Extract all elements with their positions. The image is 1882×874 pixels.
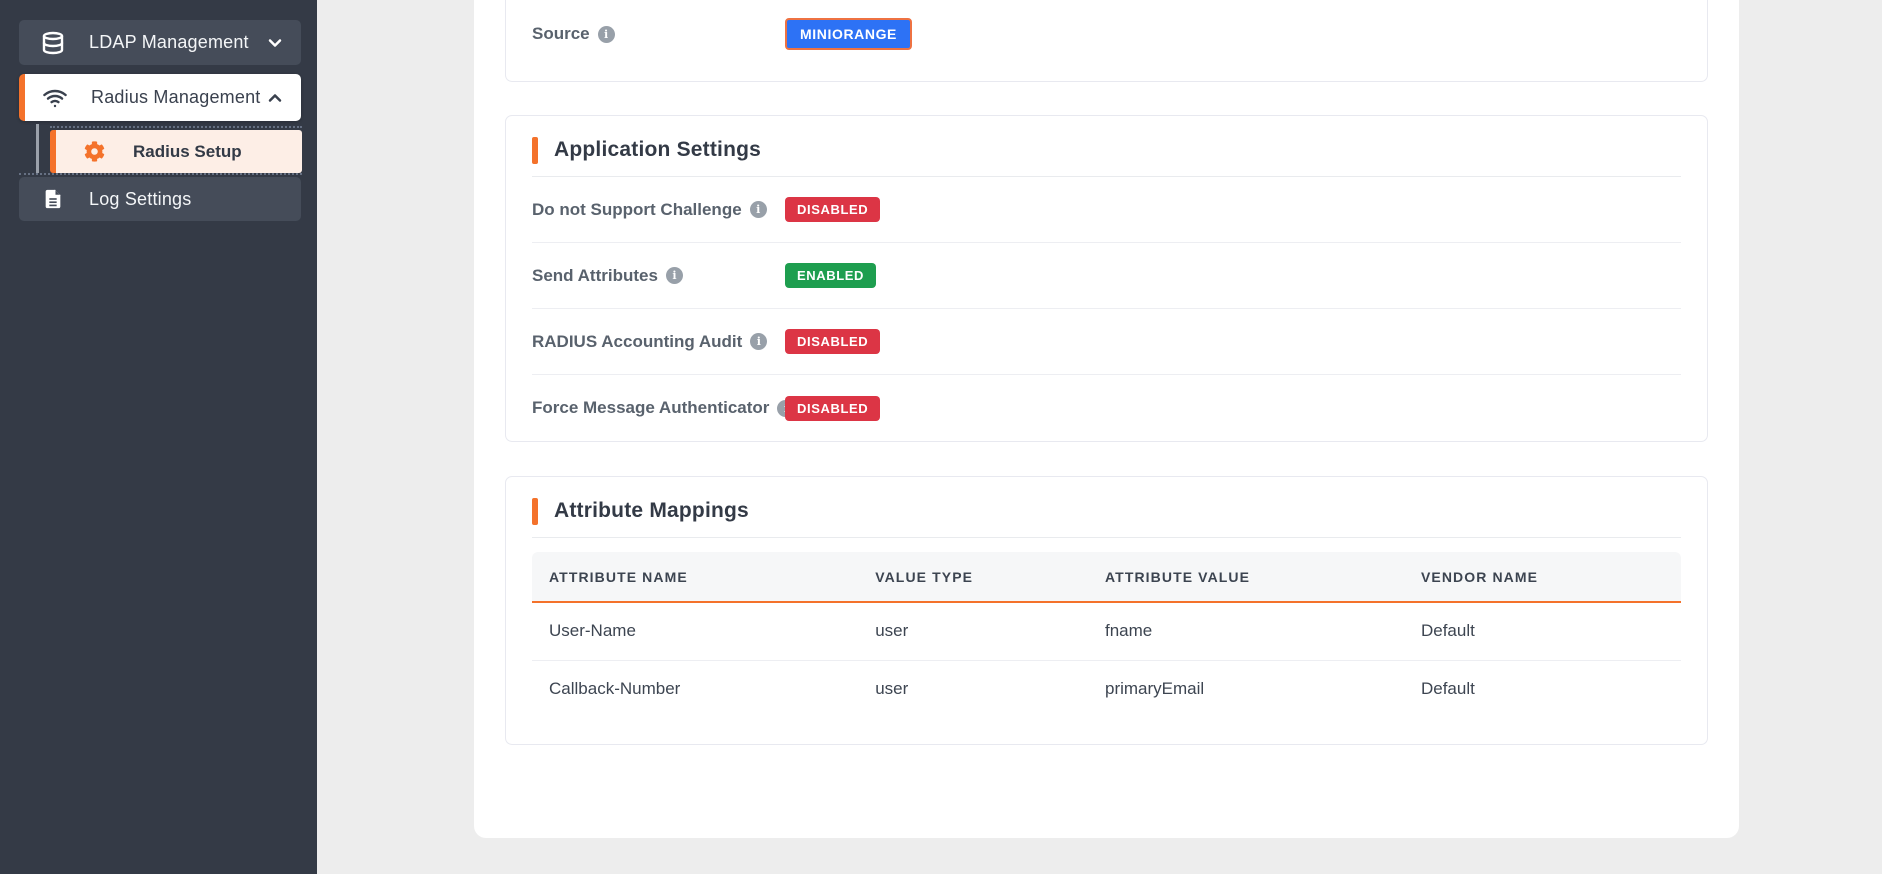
info-icon[interactable]: [665, 267, 683, 284]
source-label-group: Source: [532, 24, 785, 44]
info-icon[interactable]: [750, 333, 768, 350]
status-badge[interactable]: DISABLED: [785, 197, 881, 222]
sidebar-item-label: Log Settings: [89, 188, 192, 209]
sidebar-item-radius-management[interactable]: Radius Management: [19, 74, 301, 121]
accent-bar: [532, 136, 538, 164]
setting-label: Force Message Authenticator: [532, 398, 770, 417]
attribute-value-cell: fname: [1095, 602, 1411, 661]
source-row: Source MINIORANGE: [532, 18, 1681, 50]
section-header: Application Settings: [532, 116, 1681, 164]
database-icon: [41, 31, 65, 55]
file-icon: [41, 187, 65, 211]
setting-row: Do not Support Challenge DISABLED: [532, 177, 1681, 243]
table-header-row: ATTRIBUTE NAME VALUE TYPE ATTRIBUTE VALU…: [532, 552, 1681, 603]
column-header: ATTRIBUTE VALUE: [1095, 552, 1411, 603]
source-badge[interactable]: MINIORANGE: [785, 18, 912, 50]
accent-bar: [532, 497, 538, 525]
setting-label: RADIUS Accounting Audit: [532, 331, 743, 351]
section-header: Attribute Mappings: [532, 477, 1681, 525]
status-badge[interactable]: DISABLED: [785, 395, 881, 421]
vendor-name-cell: Default: [1420, 679, 1475, 699]
attribute-name-cell: Callback-Number: [549, 679, 681, 699]
section-title: Attribute Mappings: [554, 499, 749, 522]
column-header: VENDOR NAME: [1410, 552, 1681, 603]
table-row: User-Name user fname Default: [532, 602, 1681, 661]
attribute-value-cell: primaryEmail: [1105, 679, 1205, 699]
status-badge[interactable]: ENABLED: [785, 263, 877, 288]
submenu-indent-guide: [36, 124, 39, 173]
vendor-name-cell: Default: [1410, 602, 1681, 661]
setting-row: RADIUS Accounting Audit DISABLED: [532, 309, 1681, 375]
content-panel: Source MINIORANGE Application Settings: [474, 0, 1739, 838]
chevron-up-icon: [265, 88, 285, 108]
setting-label-group: Do not Support Challenge: [532, 200, 785, 220]
setting-label: Send Attributes: [532, 265, 658, 285]
section-title: Application Settings: [554, 138, 762, 161]
wifi-icon: [43, 86, 67, 110]
setting-label-group: Send Attributes: [532, 266, 785, 286]
column-header: ATTRIBUTE NAME: [532, 552, 866, 603]
attribute-name-cell: User-Name: [532, 602, 866, 661]
sidebar-item-label: LDAP Management: [89, 32, 249, 52]
sidebar: LDAP Management Radius Management Radius…: [0, 0, 317, 874]
menu-divider: [19, 173, 302, 175]
sidebar-item-label: Radius Management: [91, 87, 261, 107]
value-type-cell: user: [875, 679, 909, 699]
divider: [532, 537, 1681, 538]
sidebar-item-log-settings[interactable]: Log Settings: [19, 177, 301, 221]
source-label: Source: [532, 24, 590, 43]
setting-row: Force Message Authenticator DISABLED: [532, 375, 1681, 441]
setting-label: Do not Support Challenge: [532, 199, 742, 219]
sidebar-item-radius-setup[interactable]: Radius Setup: [50, 130, 302, 173]
submenu-divider: [50, 126, 302, 128]
info-icon[interactable]: [749, 201, 767, 218]
info-icon[interactable]: [597, 25, 615, 43]
gear-icon: [84, 141, 105, 162]
setting-label-group: RADIUS Accounting Audit: [532, 332, 785, 352]
attribute-mappings-table: ATTRIBUTE NAME VALUE TYPE ATTRIBUTE VALU…: [532, 552, 1681, 718]
source-card: Source MINIORANGE: [505, 0, 1708, 82]
attribute-mappings-card: Attribute Mappings ATTRIBUTE NAME VALUE …: [505, 476, 1708, 745]
sidebar-item-ldap-management[interactable]: LDAP Management: [19, 20, 301, 65]
status-badge[interactable]: DISABLED: [785, 329, 881, 354]
setting-row: Send Attributes ENABLED: [532, 243, 1681, 309]
setting-label-group: Force Message Authenticator: [532, 398, 795, 418]
chevron-down-icon: [265, 33, 285, 53]
sidebar-item-label: Radius Setup: [133, 141, 242, 161]
column-header: VALUE TYPE: [865, 552, 1095, 603]
application-settings-card: Application Settings Do not Support Chal…: [505, 115, 1708, 442]
table-row: Callback-Number user primaryEmail Defaul…: [532, 660, 1681, 718]
value-type-cell: user: [865, 602, 1095, 661]
